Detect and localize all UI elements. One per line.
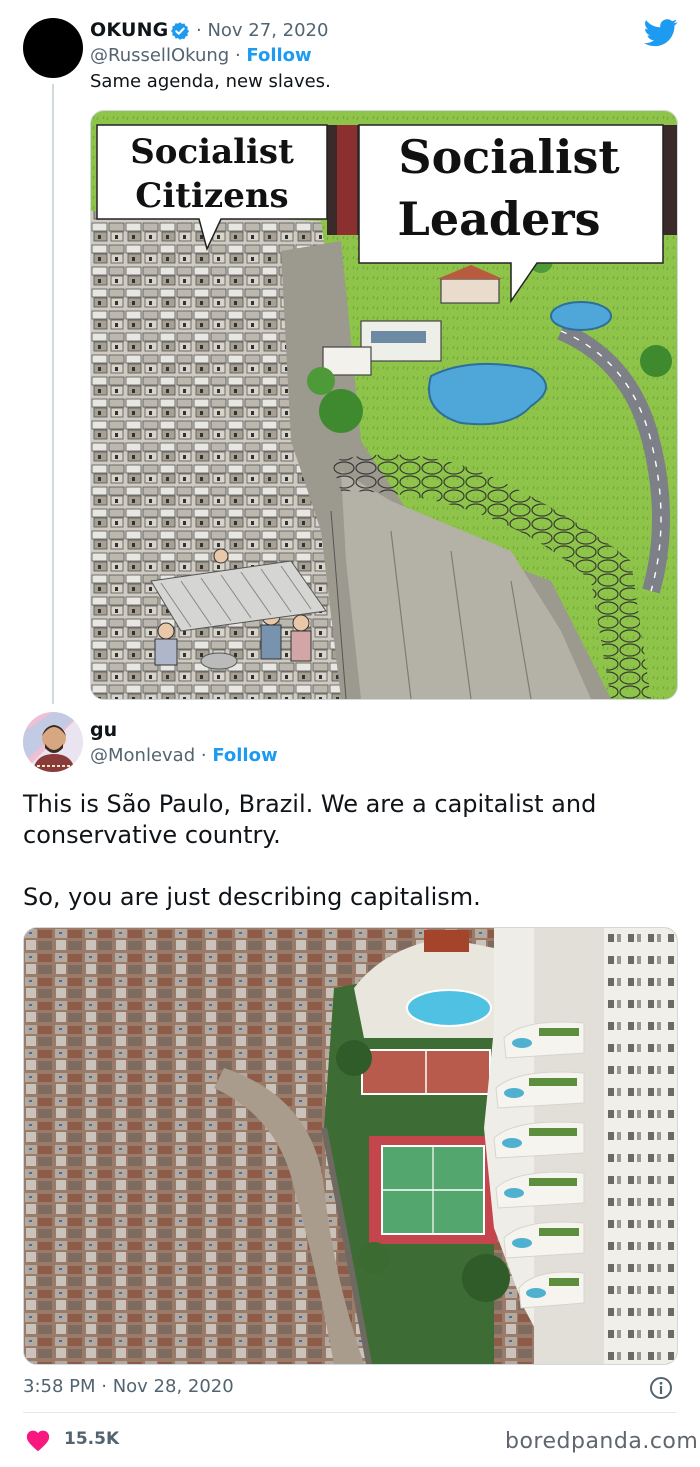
verified-badge-icon bbox=[171, 22, 189, 40]
tweet-text: This is São Paulo, Brazil. We are a capi… bbox=[23, 789, 673, 913]
bubble-right-line1: Socialist bbox=[398, 130, 620, 184]
like-count[interactable]: 15.5K bbox=[64, 1429, 119, 1449]
tweet-timestamp[interactable]: 3:58 PM · Nov 28, 2020 bbox=[23, 1376, 234, 1397]
tweet-text-line1: This is São Paulo, Brazil. We are a capi… bbox=[23, 790, 597, 849]
bubble-left-line2: Citizens bbox=[135, 176, 288, 216]
author-handle-line: @Monlevad · Follow bbox=[90, 745, 278, 766]
aerial-photo-illustration bbox=[24, 928, 677, 1364]
author-name[interactable]: OKUNG bbox=[90, 19, 168, 41]
bubble-right-line2: Leaders bbox=[398, 192, 601, 246]
heart-icon[interactable] bbox=[25, 1428, 51, 1452]
separator: · bbox=[229, 45, 247, 66]
info-icon[interactable] bbox=[649, 1376, 673, 1400]
author-name[interactable]: gu bbox=[90, 719, 117, 741]
watermark: boredpanda.com bbox=[505, 1429, 699, 1454]
avatar-gu[interactable] bbox=[23, 712, 83, 772]
avatar-okung[interactable] bbox=[23, 18, 83, 78]
thread-line bbox=[52, 84, 54, 704]
author-handle[interactable]: @RussellOkung bbox=[90, 45, 229, 66]
tweet-date[interactable]: · Nov 27, 2020 bbox=[196, 20, 328, 41]
aerial-photo[interactable] bbox=[23, 927, 678, 1365]
author-handle-line: @RussellOkung · Follow bbox=[90, 45, 312, 66]
tweet-text-line2: So, you are just describing capitalism. bbox=[23, 883, 481, 911]
author-handle[interactable]: @Monlevad bbox=[90, 745, 195, 766]
tweet-text: Same agenda, new slaves. bbox=[90, 71, 331, 92]
twitter-bird-icon[interactable] bbox=[644, 18, 678, 48]
bubble-left-line1: Socialist bbox=[130, 132, 294, 172]
cartoon-illustration: Socialist Citizens Socialist Leaders bbox=[91, 111, 677, 699]
follow-link[interactable]: Follow bbox=[246, 45, 311, 66]
follow-link[interactable]: Follow bbox=[212, 745, 277, 766]
divider bbox=[23, 1412, 676, 1413]
cartoon-image[interactable]: Socialist Citizens Socialist Leaders bbox=[90, 110, 678, 700]
separator: · bbox=[195, 745, 213, 766]
